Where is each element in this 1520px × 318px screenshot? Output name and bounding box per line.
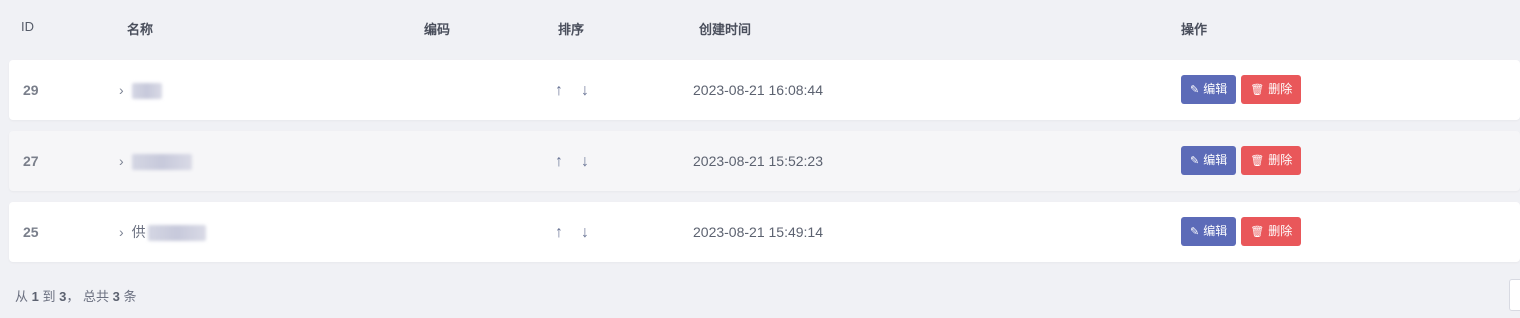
trash-icon: 🗑︎: [1250, 155, 1265, 167]
chevron-right-icon[interactable]: ›: [119, 202, 124, 262]
delete-button[interactable]: 🗑︎ 删除: [1241, 146, 1302, 175]
page-size-select[interactable]: [1509, 279, 1520, 311]
column-header-actions: 操作: [1181, 22, 1208, 37]
row-created-time: 2023-08-21 15:49:14: [693, 224, 823, 240]
row-id: 27: [23, 153, 39, 169]
arrow-up-icon[interactable]: ↑: [551, 132, 567, 192]
row-actions: ✎ 编辑 🗑︎ 删除: [1181, 146, 1302, 176]
row-id: 25: [23, 224, 39, 240]
sort-controls: ↑ ↓: [551, 131, 603, 191]
edit-icon: ✎: [1190, 155, 1200, 167]
delete-button-label: 删除: [1268, 82, 1293, 96]
table-row: 27 › ↑ ↓ 2023-08-21 15:52:23 ✎ 编辑 🗑︎ 删除: [9, 131, 1520, 191]
pagination-from-label: 从: [15, 289, 29, 304]
chevron-right-icon[interactable]: ›: [119, 60, 124, 120]
row-id: 29: [23, 82, 39, 98]
edit-icon: ✎: [1190, 84, 1200, 96]
column-header-id[interactable]: ID: [21, 19, 34, 34]
delete-button[interactable]: 🗑︎ 删除: [1241, 75, 1302, 104]
arrow-up-icon[interactable]: ↑: [551, 61, 567, 121]
edit-button[interactable]: ✎ 编辑: [1181, 75, 1237, 104]
row-actions: ✎ 编辑 🗑︎ 删除: [1181, 75, 1302, 105]
pagination-start: 1: [31, 289, 39, 304]
pagination-total-label: ， 总共: [66, 289, 109, 304]
sort-controls: ↑ ↓: [551, 202, 603, 262]
pagination-summary: 从 1 到 3， 总共 3 条: [15, 286, 137, 305]
table-panel: ID 名称 编码 排序 创建时间 操作 29 › ↑ ↓ 2023-08-21 1…: [0, 0, 1520, 318]
row-name: ›: [119, 131, 192, 191]
delete-button[interactable]: 🗑︎ 删除: [1241, 217, 1302, 246]
trash-icon: 🗑︎: [1250, 226, 1265, 238]
redacted-name: [131, 83, 162, 100]
row-actions: ✎ 编辑 🗑︎ 删除: [1181, 217, 1302, 247]
edit-button-label: 编辑: [1203, 224, 1228, 238]
redacted-name: [147, 225, 206, 242]
row-name-text: 供: [131, 224, 146, 240]
edit-button-label: 编辑: [1203, 82, 1228, 96]
table-row: 29 › ↑ ↓ 2023-08-21 16:08:44 ✎ 编辑 🗑︎ 删除: [9, 60, 1520, 120]
column-header-name[interactable]: 名称: [127, 19, 153, 38]
pagination-total: 3: [112, 289, 120, 304]
row-name: › 供: [119, 202, 206, 262]
pagination-to-label: 到: [42, 289, 56, 304]
row-created-time: 2023-08-21 16:08:44: [693, 82, 823, 98]
table-header: ID 名称 编码 排序 创建时间 操作: [0, 0, 1520, 56]
delete-button-label: 删除: [1268, 224, 1293, 238]
chevron-right-icon[interactable]: ›: [119, 131, 124, 191]
edit-icon: ✎: [1190, 226, 1200, 238]
arrow-up-icon[interactable]: ↑: [551, 203, 567, 263]
column-header-sort[interactable]: 排序: [558, 19, 584, 38]
arrow-down-icon[interactable]: ↓: [577, 203, 593, 263]
arrow-down-icon[interactable]: ↓: [577, 132, 593, 192]
column-header-code[interactable]: 编码: [424, 19, 450, 38]
delete-button-label: 删除: [1268, 153, 1293, 167]
pagination-unit: 条: [123, 289, 137, 304]
trash-icon: 🗑︎: [1250, 84, 1265, 96]
redacted-name: [131, 154, 192, 171]
row-created-time: 2023-08-21 15:52:23: [693, 153, 823, 169]
row-name: ›: [119, 60, 162, 120]
sort-controls: ↑ ↓: [551, 60, 603, 120]
edit-button[interactable]: ✎ 编辑: [1181, 146, 1237, 175]
table-row: 25 › 供 ↑ ↓ 2023-08-21 15:49:14 ✎ 编辑 🗑︎ 删除: [9, 202, 1520, 262]
arrow-down-icon[interactable]: ↓: [577, 61, 593, 121]
edit-button[interactable]: ✎ 编辑: [1181, 217, 1237, 246]
edit-button-label: 编辑: [1203, 153, 1228, 167]
column-header-created[interactable]: 创建时间: [699, 19, 751, 38]
